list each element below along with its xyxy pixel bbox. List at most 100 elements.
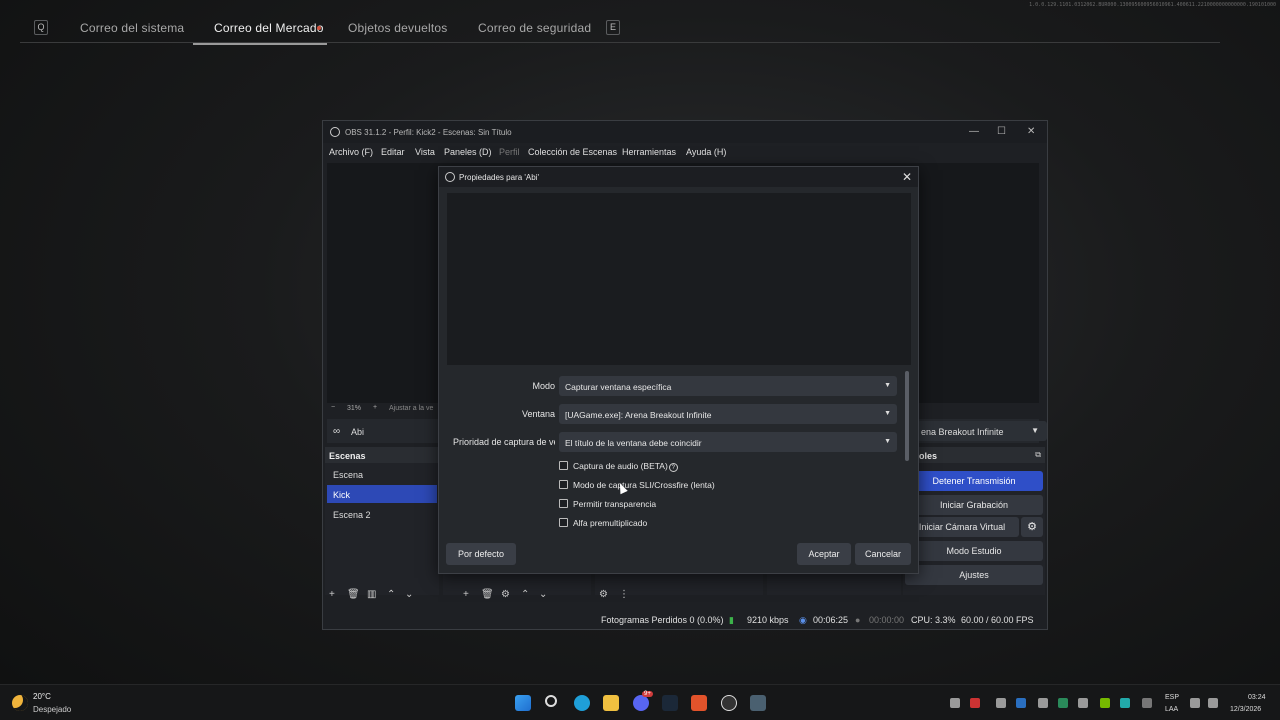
trash-icon[interactable]: 🗑: [347, 589, 360, 600]
minimize-icon[interactable]: —: [969, 126, 979, 137]
microphone-icon[interactable]: [1142, 698, 1152, 708]
scrollbar[interactable]: [905, 371, 909, 461]
help-icon[interactable]: ?: [668, 463, 678, 472]
menu-ayuda[interactable]: Ayuda (H): [686, 147, 726, 157]
moon-icon[interactable]: [12, 695, 28, 711]
checkbox[interactable]: [559, 518, 568, 527]
maximize-icon[interactable]: ☐: [997, 126, 1006, 137]
windows-start-icon[interactable]: [515, 695, 531, 711]
network-icon[interactable]: [1190, 698, 1200, 708]
audio-settings-icon[interactable]: ⚙: [599, 589, 608, 600]
dock-float-icon[interactable]: ⧉: [1035, 450, 1041, 460]
tray-app-icon[interactable]: [1078, 698, 1088, 708]
game-taskbar-icon[interactable]: [750, 695, 766, 711]
stop-stream-button[interactable]: Detener Transmisión: [905, 471, 1043, 491]
menu-coleccion[interactable]: Colección de Escenas: [528, 147, 617, 157]
filter-icon[interactable]: ▥: [367, 589, 376, 600]
start-recording-button[interactable]: Iniciar Grabación: [905, 495, 1043, 515]
add-icon[interactable]: +: [329, 589, 335, 600]
mode-select[interactable]: Capturar ventana específica ▼: [559, 376, 897, 396]
weather-temperature[interactable]: 20°C: [33, 692, 51, 701]
search-icon[interactable]: [545, 695, 557, 707]
language[interactable]: ESP: [1165, 694, 1179, 701]
record-time: 00:00:00: [869, 615, 905, 625]
window-value: [UAGame.exe]: Arena Breakout Infinite: [565, 410, 712, 420]
chevron-down-icon: ▼: [884, 382, 891, 389]
menu-herramientas[interactable]: Herramientas: [622, 147, 676, 157]
priority-select[interactable]: El título de la ventana debe coincidir ▼: [559, 432, 897, 452]
checkbox[interactable]: [559, 480, 568, 489]
zoom-out-icon[interactable]: −: [331, 404, 335, 411]
zoom-in-icon[interactable]: +: [373, 404, 377, 411]
tab-market-mail[interactable]: Correo del Mercado: [214, 21, 324, 35]
discord-icon[interactable]: [633, 695, 649, 711]
game-tab-bar: Q Correo del sistema Correo del Mercado …: [0, 0, 1280, 46]
window-capture-icon: ∞: [333, 426, 341, 437]
more-icon[interactable]: ⋮: [619, 589, 629, 600]
menu-editar[interactable]: Editar: [381, 147, 405, 157]
trash-icon[interactable]: 🗑: [481, 589, 494, 600]
clock-date[interactable]: 12/3/2026: [1230, 706, 1261, 713]
signal-icon: ▮: [729, 615, 734, 625]
tray-app-icon[interactable]: [970, 698, 980, 708]
cpu-usage: CPU: 3.3%: [911, 615, 956, 625]
version-string: 1.0.0.129.1101.0312062.BUR000.1300956009…: [1029, 2, 1276, 8]
scene-item[interactable]: Escena: [327, 465, 437, 483]
tab-system-mail[interactable]: Correo del sistema: [80, 21, 184, 35]
obs-taskbar-icon[interactable]: [721, 695, 737, 711]
gear-icon[interactable]: ⚙: [501, 589, 510, 600]
gear-icon[interactable]: ⚙: [1021, 517, 1043, 537]
brave-icon[interactable]: [691, 695, 707, 711]
tray-app-icon[interactable]: [1120, 698, 1130, 708]
scenes-header: Escenas: [325, 447, 439, 463]
scene-item[interactable]: Escena 2: [327, 505, 437, 523]
close-icon[interactable]: ✕: [1027, 126, 1035, 137]
file-explorer-icon[interactable]: [603, 695, 619, 711]
settings-button[interactable]: Ajustes: [905, 565, 1043, 585]
menu-paneles[interactable]: Paneles (D): [444, 147, 492, 157]
start-virtual-camera-button[interactable]: Iniciar Cámara Virtual: [905, 517, 1019, 537]
tray-app-icon[interactable]: [1058, 698, 1068, 708]
checkbox-label: Captura de audio (BETA): [573, 461, 668, 471]
volume-icon[interactable]: [1208, 698, 1218, 708]
tray-app-icon[interactable]: [950, 698, 960, 708]
move-down-icon[interactable]: ⌄: [405, 589, 413, 600]
dropped-frames: Fotogramas Perdidos 0 (0.0%): [601, 615, 724, 625]
weather-condition[interactable]: Despejado: [33, 705, 71, 714]
dialog-title: Propiedades para 'Abi': [459, 173, 539, 182]
move-up-icon[interactable]: ⌃: [521, 589, 529, 600]
checkbox[interactable]: [559, 461, 568, 470]
accept-button[interactable]: Aceptar: [797, 543, 851, 565]
studio-mode-button[interactable]: Modo Estudio: [905, 541, 1043, 561]
keyboard-layout[interactable]: LAA: [1165, 706, 1178, 713]
steam-icon[interactable]: [662, 695, 678, 711]
clock-time[interactable]: 03:24: [1248, 694, 1266, 701]
tray-app-icon[interactable]: [996, 698, 1006, 708]
menu-archivo[interactable]: Archivo (F): [329, 147, 373, 157]
nvidia-icon[interactable]: [1100, 698, 1110, 708]
edge-icon[interactable]: [574, 695, 590, 711]
window-select-dropdown[interactable]: ena Breakout Infinite ▼: [917, 421, 1047, 441]
zoom-fit-label[interactable]: Ajustar a la ve: [389, 405, 433, 412]
mode-label: Modo: [532, 381, 555, 391]
tab-returned-items[interactable]: Objetos devueltos: [348, 21, 447, 35]
defaults-button[interactable]: Por defecto: [446, 543, 516, 565]
scene-item-selected[interactable]: Kick: [327, 485, 437, 503]
add-icon[interactable]: +: [463, 589, 469, 600]
tray-steam-icon[interactable]: [1016, 698, 1026, 708]
key-hint-q: Q: [34, 20, 48, 35]
checkbox[interactable]: [559, 499, 568, 508]
scenes-dock: Escenas Escena Kick Escena 2: [325, 447, 439, 595]
move-down-icon[interactable]: ⌄: [539, 589, 547, 600]
close-icon[interactable]: ✕: [902, 170, 912, 184]
cancel-button[interactable]: Cancelar: [855, 543, 911, 565]
move-up-icon[interactable]: ⌃: [387, 589, 395, 600]
mode-value: Capturar ventana específica: [565, 382, 672, 392]
top-divider: [20, 42, 1220, 43]
tab-security-mail[interactable]: Correo de seguridad: [478, 21, 591, 35]
menu-perfil[interactable]: Perfil: [499, 147, 520, 157]
key-hint-e: E: [606, 20, 620, 35]
tray-app-icon[interactable]: [1038, 698, 1048, 708]
window-select[interactable]: [UAGame.exe]: Arena Breakout Infinite ▼: [559, 404, 897, 424]
menu-vista[interactable]: Vista: [415, 147, 435, 157]
